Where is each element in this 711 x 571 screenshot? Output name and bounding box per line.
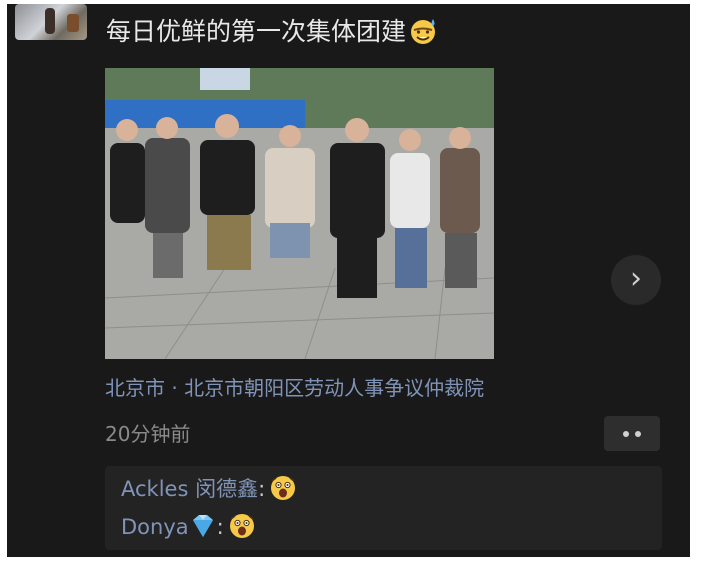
- comment-separator: :: [216, 515, 224, 539]
- comment-author[interactable]: Ackles 闵德鑫: [121, 477, 258, 501]
- next-photo-button[interactable]: ›: [611, 255, 661, 305]
- comment-author[interactable]: Donya: [121, 515, 189, 539]
- comment-item[interactable]: Ackles 闵德鑫:: [121, 474, 297, 504]
- author-avatar[interactable]: [15, 4, 87, 40]
- comment-separator: :: [258, 477, 266, 501]
- post-text: 每日优鲜的第一次集体团建: [106, 16, 438, 48]
- more-dots-icon: [623, 430, 629, 437]
- moments-post: 每日优鲜的第一次集体团建 › 北京市 · 北京市朝阳区劳动人事争议仲裁院 20分…: [7, 4, 690, 557]
- post-photo[interactable]: [105, 68, 494, 359]
- post-location[interactable]: 北京市 · 北京市朝阳区劳动人事争议仲裁院: [105, 372, 484, 401]
- shocked-face-emoji-icon: [229, 514, 254, 538]
- gem-emoji-icon: [192, 515, 213, 537]
- crowd-photo-icon: [105, 68, 494, 359]
- shocked-face-emoji-icon: [271, 476, 296, 500]
- post-timestamp: 20分钟前: [105, 422, 191, 446]
- post-text-content: 每日优鲜的第一次集体团建: [106, 17, 407, 46]
- more-options-button[interactable]: [604, 416, 660, 451]
- comments-box: Ackles 闵德鑫: Donya :: [105, 466, 662, 550]
- chevron-right-icon: ›: [630, 261, 642, 296]
- comment-item[interactable]: Donya :: [121, 512, 256, 542]
- sweat-smile-emoji-icon: [411, 19, 436, 44]
